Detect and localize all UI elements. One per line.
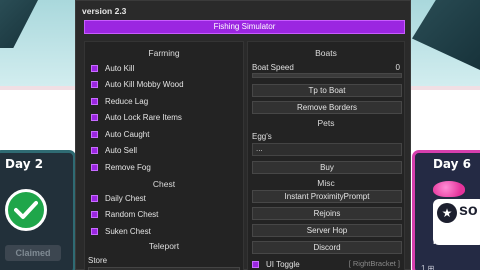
toggle-label: Random Chest [105,210,159,219]
toggle-label: Auto Kill [105,63,135,73]
toggle-ui[interactable]: UI Toggle [252,258,300,270]
section-title-teleport: Teleport [148,241,180,251]
promo-url: main.lu [433,236,465,246]
checkbox[interactable] [91,211,98,218]
left-section-panel: Farming Auto Kill Auto Kill Mobby Wood R… [84,41,244,270]
section-title-boats: Boats [315,48,337,58]
promo-text: so [459,202,478,219]
server-hop-button[interactable]: Server Hop [252,224,402,237]
instant-proximity-prompt-button[interactable]: Instant ProximityPrompt [252,190,402,203]
keybind-label[interactable]: [ RightBracket ] [349,259,400,268]
remove-borders-button[interactable]: Remove Borders [252,101,402,114]
toggle-label: Remove Fog [105,162,151,172]
slider-value: 0 [395,63,400,72]
reward-card-footer: 1 ⊞ [421,264,435,270]
section-title-farming: Farming [148,48,180,58]
toggle-label: Reduce Lag [105,96,149,106]
toggle-remove-fog[interactable]: Remove Fog [91,161,151,173]
checkbox[interactable] [91,97,98,105]
star-icon: ★ [437,203,457,223]
section-title-misc: Misc [317,178,335,188]
toggle-auto-sell[interactable]: Auto Sell [91,145,137,157]
reward-card-title: Day 6 [432,157,472,171]
rejoins-button[interactable]: Rejoins [252,207,402,220]
toggle-daily-chest[interactable]: Daily Chest [91,192,146,204]
buy-button[interactable]: Buy [252,161,402,174]
discord-button[interactable]: Discord [252,241,402,254]
checkbox[interactable] [252,260,259,268]
toggle-random-chest[interactable]: Random Chest [91,209,158,221]
toggle-auto-lock-rare-items[interactable]: Auto Lock Rare Items [91,112,182,124]
version-label: version 2.3 [82,6,127,16]
window-title-bar[interactable]: Fishing Simulator [84,20,405,34]
right-section-panel: Boats Boat Speed 0 Tp to Boat Remove Bor… [247,41,405,270]
checkbox[interactable] [91,130,98,138]
checkbox[interactable] [91,227,98,235]
toggle-suken-chest[interactable]: Suken Chest [91,225,151,237]
toggle-label: Auto Kill Mobby Wood [105,80,184,89]
script-window[interactable]: version 2.3 Fishing Simulator Farming Au… [75,0,411,270]
claimed-button[interactable]: Claimed [5,245,61,261]
toggle-label: Suken Chest [105,226,151,236]
checkbox[interactable] [91,114,98,121]
section-title-chest: Chest [152,179,176,189]
toggle-label: UI Toggle [266,259,300,269]
toggle-label: Auto Caught [105,129,150,139]
tp-to-boat-button[interactable]: Tp to Boat [252,84,402,97]
reward-card-title: Day 2 [5,157,44,171]
checkbox[interactable] [91,147,98,154]
gem-icon [433,181,465,197]
checkbox[interactable] [91,64,98,72]
checkbox[interactable] [91,163,98,171]
toggle-label: Auto Sell [105,146,138,155]
checkbox[interactable] [91,194,98,202]
toggle-auto-kill-mobby-wood[interactable]: Auto Kill Mobby Wood [91,79,184,91]
slider-label: Boat Speed [252,63,294,72]
toggle-auto-caught[interactable]: Auto Caught [91,128,149,140]
egg-label: Egg's [252,132,272,141]
checkbox[interactable] [91,81,98,88]
toggle-label: Auto Lock Rare Items [105,113,182,122]
section-title-pets: Pets [317,118,335,128]
egg-dropdown[interactable]: ... [252,143,402,156]
toggle-reduce-lag[interactable]: Reduce Lag [91,95,148,107]
toggle-label: Daily Chest [105,193,146,203]
store-label: Store [88,256,108,265]
checkmark-icon [5,189,47,231]
toggle-auto-kill[interactable]: Auto Kill [91,62,134,74]
boat-speed-slider[interactable] [252,73,402,78]
reward-card-day-6[interactable]: Day 6 ★ so main.lu 1 ⊞ [412,150,480,270]
reward-card-day-2[interactable]: Day 2 Claimed [0,150,76,270]
